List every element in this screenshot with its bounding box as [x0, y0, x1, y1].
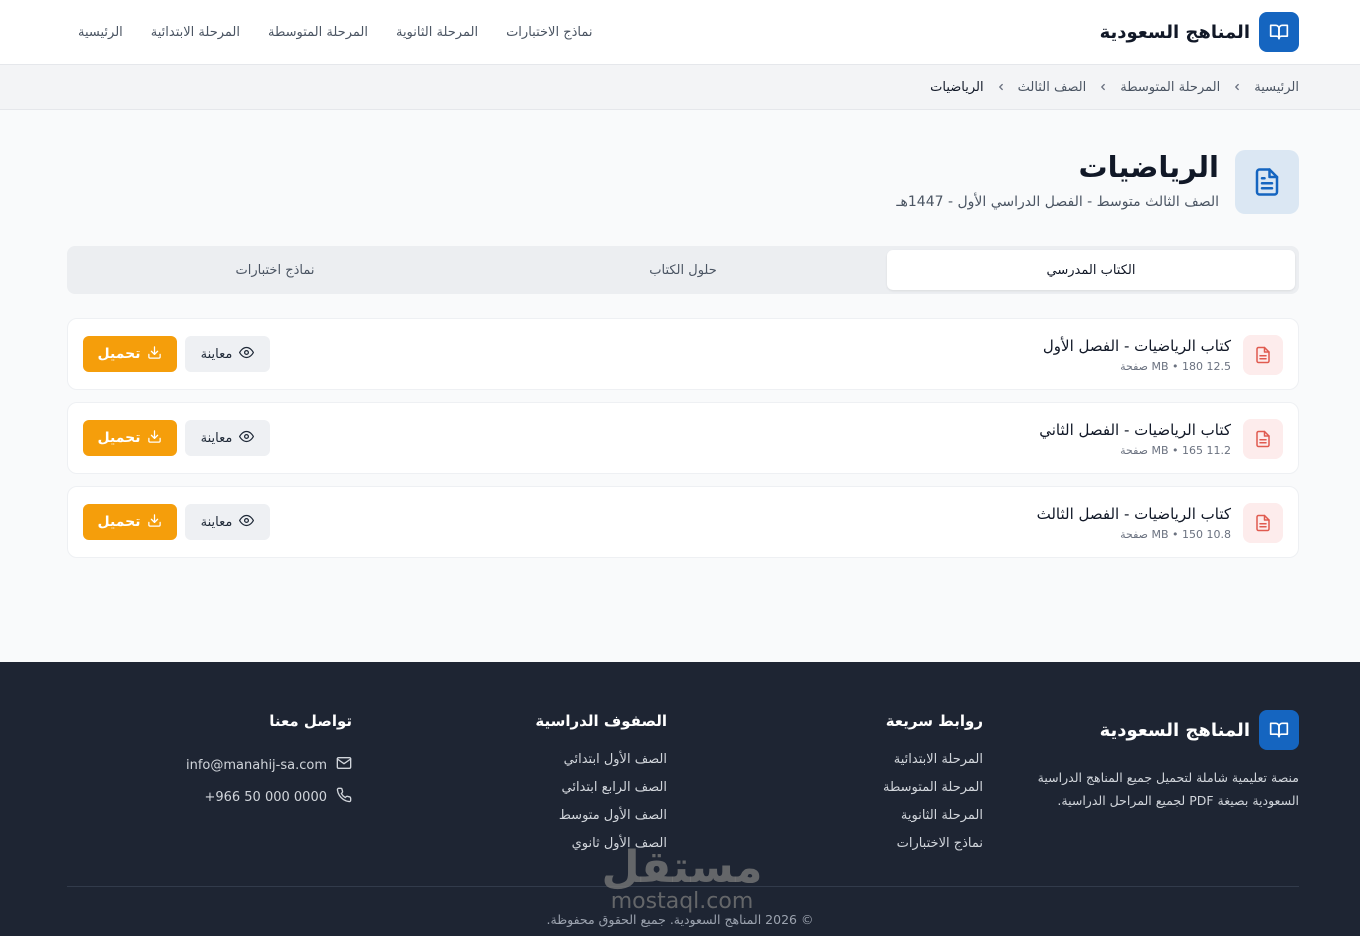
list-item: كتاب الرياضيات - الفصل الثالث 10.8 MB • … — [67, 486, 1299, 558]
download-icon — [147, 513, 162, 532]
download-button[interactable]: تحميل — [83, 420, 177, 456]
footer-phone[interactable]: +966 50 000 0000 — [186, 782, 352, 814]
footer-link[interactable]: الصف الأول متوسط — [535, 806, 667, 834]
footer-link[interactable]: الصف الأول ثانوي — [535, 834, 667, 862]
footer-grades: الصفوف الدراسية الصف الأول ابتدائي الصف … — [535, 712, 667, 862]
download-button[interactable]: تحميل — [83, 504, 177, 540]
main-nav: الرئيسية المرحلة الابتدائية المرحلة المت… — [78, 0, 592, 65]
footer-link[interactable]: الصف الأول ابتدائي — [535, 750, 667, 778]
footer-link[interactable]: المرحلة الابتدائية — [883, 750, 983, 778]
preview-button[interactable]: معاينة — [185, 336, 270, 372]
breadcrumb-bar: الرئيسية المرحلة المتوسطة الصف الثالث ال… — [0, 65, 1360, 110]
eye-icon — [239, 345, 255, 364]
footer-brand[interactable]: المناهج السعودية — [1100, 710, 1299, 750]
brand-name: المناهج السعودية — [1099, 21, 1250, 43]
brand[interactable]: المناهج السعودية — [1100, 12, 1299, 52]
file-title: كتاب الرياضيات - الفصل الثالث — [1036, 505, 1231, 523]
chevron-left-icon — [1098, 80, 1108, 96]
tab-book-solutions[interactable]: حلول الكتاب — [479, 250, 887, 290]
breadcrumb-home[interactable]: الرئيسية — [1254, 80, 1299, 95]
download-label: تحميل — [97, 430, 141, 446]
pdf-file-icon — [1243, 503, 1283, 543]
pdf-file-icon — [1243, 335, 1283, 375]
preview-label: معاينة — [200, 430, 233, 446]
content-tabs: الكتاب المدرسي حلول الكتاب نماذج اختبارا… — [67, 246, 1299, 294]
document-icon — [1235, 150, 1299, 214]
top-header: المناهج السعودية الرئيسية المرحلة الابتد… — [0, 0, 1360, 65]
footer-link[interactable]: المرحلة المتوسطة — [883, 778, 983, 806]
file-meta: 10.8 MB • 150 صفحة — [1120, 528, 1231, 541]
tab-exam-samples[interactable]: نماذج اختبارات — [71, 250, 479, 290]
phone-icon — [336, 787, 352, 810]
preview-button[interactable]: معاينة — [185, 420, 270, 456]
footer-divider — [67, 886, 1299, 887]
nav-secondary-stage[interactable]: المرحلة الثانوية — [396, 25, 478, 40]
download-icon — [147, 429, 162, 448]
copyright: © 2026 المناهج السعودية. جميع الحقوق محف… — [546, 912, 814, 927]
file-meta: 12.5 MB • 180 صفحة — [1120, 360, 1231, 373]
pdf-file-icon — [1243, 419, 1283, 459]
download-button[interactable]: تحميل — [83, 336, 177, 372]
chevron-left-icon — [1232, 80, 1242, 96]
nav-exam-samples[interactable]: نماذج الاختبارات — [506, 25, 592, 40]
list-item: كتاب الرياضيات - الفصل الأول 12.5 MB • 1… — [67, 318, 1299, 390]
tab-textbook[interactable]: الكتاب المدرسي — [887, 250, 1295, 290]
footer-email[interactable]: info@manahij-sa.com — [186, 750, 352, 782]
footer-email-text: info@manahij-sa.com — [185, 758, 327, 773]
page-title: الرياضيات — [1078, 150, 1219, 184]
chevron-left-icon — [996, 80, 1006, 96]
preview-label: معاينة — [200, 514, 233, 530]
footer-link[interactable]: الصف الرابع ابتدائي — [535, 778, 667, 806]
download-label: تحميل — [97, 514, 141, 530]
page-subtitle: الصف الثالث متوسط - الفصل الدراسي الأول … — [896, 194, 1219, 210]
footer-contact-title: تواصل معنا — [269, 712, 352, 730]
footer-link[interactable]: المرحلة الثانوية — [883, 806, 983, 834]
footer-phone-text: +966 50 000 0000 — [204, 790, 327, 805]
file-title: كتاب الرياضيات - الفصل الثاني — [1039, 421, 1231, 439]
file-title: كتاب الرياضيات - الفصل الأول — [1042, 337, 1231, 355]
nav-middle-stage[interactable]: المرحلة المتوسطة — [268, 25, 368, 40]
open-book-icon — [1259, 710, 1299, 750]
breadcrumb-middle-stage[interactable]: المرحلة المتوسطة — [1120, 80, 1220, 95]
breadcrumb: الرئيسية المرحلة المتوسطة الصف الثالث ال… — [930, 65, 1299, 110]
footer-quick-links-title: روابط سريعة — [885, 712, 983, 730]
eye-icon — [239, 513, 255, 532]
file-meta: 11.2 MB • 165 صفحة — [1120, 444, 1231, 457]
footer-brand-name: المناهج السعودية — [1099, 719, 1250, 741]
nav-primary-stage[interactable]: المرحلة الابتدائية — [151, 25, 240, 40]
footer-grades-title: الصفوف الدراسية — [535, 712, 667, 730]
breadcrumb-grade[interactable]: الصف الثالث — [1018, 80, 1087, 95]
footer-contact: تواصل معنا info@manahij-sa.com +966 50 0… — [186, 712, 352, 814]
download-label: تحميل — [97, 346, 141, 362]
site-footer: المناهج السعودية منصة تعليمية شاملة لتحم… — [0, 662, 1360, 936]
open-book-icon — [1259, 12, 1299, 52]
footer-description: منصة تعليمية شاملة لتحميل جميع المناهج ا… — [1037, 770, 1299, 808]
footer-link[interactable]: نماذج الاختبارات — [883, 834, 983, 862]
footer-quick-links: روابط سريعة المرحلة الابتدائية المرحلة ا… — [883, 712, 983, 862]
eye-icon — [239, 429, 255, 448]
preview-button[interactable]: معاينة — [185, 504, 270, 540]
download-icon — [147, 345, 162, 364]
breadcrumb-current: الرياضيات — [930, 80, 984, 95]
list-item: كتاب الرياضيات - الفصل الثاني 11.2 MB • … — [67, 402, 1299, 474]
mail-icon — [336, 755, 352, 778]
preview-label: معاينة — [200, 346, 233, 362]
nav-home[interactable]: الرئيسية — [78, 25, 123, 40]
